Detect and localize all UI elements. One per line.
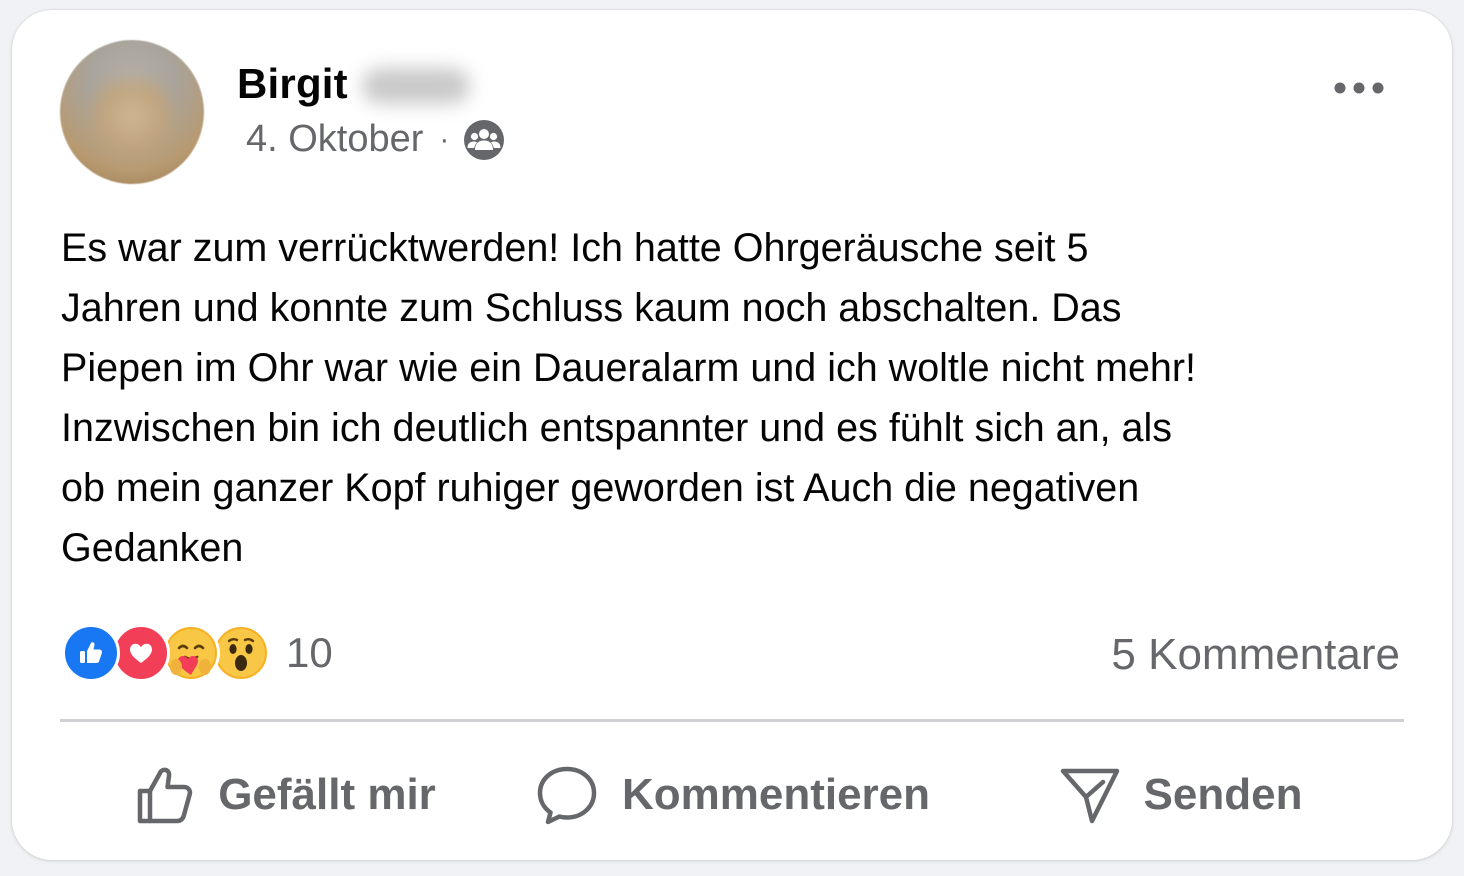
comments-count-link[interactable]: 5 Kommentare (1111, 630, 1400, 680)
reactions-summary[interactable]: 10 (62, 624, 333, 682)
comment-bubble-icon (537, 766, 597, 825)
like-button[interactable]: Gefällt mir (60, 745, 508, 845)
love-reaction-icon (112, 624, 170, 682)
more-options-button[interactable] (1326, 70, 1392, 106)
post-card: Birgit 4. Oktober · Es war zum verrücktw… (12, 10, 1452, 860)
like-reaction-icon (62, 624, 120, 682)
avatar-photo-blurred (90, 80, 174, 170)
post-text: Es war zum verrücktwerden! Ich hatte Ohr… (61, 226, 1197, 570)
send-button-label: Senden (1143, 770, 1303, 819)
post-meta: 4. Oktober · (246, 118, 505, 161)
post-date[interactable]: 4. Oktober (246, 118, 423, 161)
author-name[interactable]: Birgit (237, 60, 348, 108)
author-surname-redacted (361, 68, 470, 104)
send-button[interactable]: Senden (956, 745, 1404, 845)
like-button-label: Gefällt mir (218, 770, 436, 819)
reaction-count: 10 (286, 629, 333, 676)
more-options-icon (1334, 82, 1384, 94)
comment-button[interactable]: Kommentieren (508, 745, 956, 845)
thumbs-up-icon (137, 767, 193, 824)
group-icon (463, 119, 505, 161)
care-reaction-icon (162, 624, 220, 682)
author-row: Birgit (237, 60, 470, 108)
author-avatar[interactable] (60, 40, 204, 184)
comment-button-label: Kommentieren (621, 770, 931, 819)
send-icon (1060, 768, 1119, 824)
wow-reaction-icon (212, 624, 270, 682)
action-divider (60, 719, 1404, 722)
meta-separator: · (439, 122, 450, 156)
action-bar: Gefällt mir Kommentieren Senden (60, 745, 1404, 845)
